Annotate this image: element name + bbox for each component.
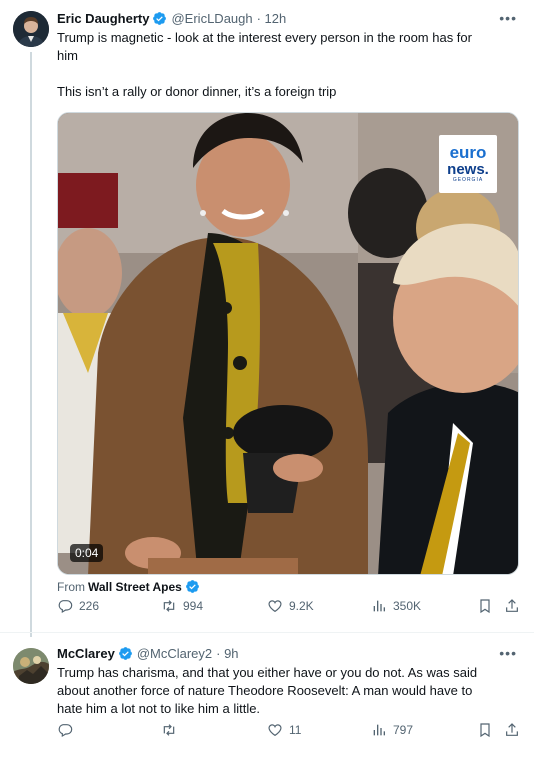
tweet-text-line: Trump has charisma, and that you either … (57, 665, 478, 680)
avatar[interactable] (13, 11, 49, 47)
bookmark-button[interactable] (477, 598, 493, 614)
tweet-time[interactable]: · 12h (257, 11, 287, 26)
bookmark-icon (477, 598, 493, 614)
like-count: 11 (289, 723, 302, 737)
views-button[interactable]: 350K (371, 598, 421, 614)
views-icon (371, 722, 387, 738)
share-icon (504, 722, 520, 738)
avatar[interactable] (13, 648, 49, 684)
reply-button[interactable] (57, 722, 73, 738)
tweet-text: Trump has charisma, and that you either … (57, 664, 517, 718)
more-options-icon[interactable]: ••• (499, 10, 517, 26)
author-name[interactable]: Eric Daugherty (57, 11, 149, 26)
share-button[interactable] (504, 722, 520, 738)
views-button[interactable]: 797 (371, 722, 413, 738)
verified-badge-icon (152, 11, 167, 26)
repost-button[interactable] (161, 722, 177, 738)
tweet-mcclarey[interactable]: McClarey @McClarey2 · 9h ••• Trump has c… (0, 632, 534, 763)
author-handle[interactable]: @EricLDaugh (171, 11, 252, 26)
repost-count: 994 (183, 599, 204, 613)
reply-icon (57, 598, 73, 614)
video-player[interactable]: euro news. GEORGIA 0:04 (57, 112, 519, 575)
views-count: 350K (393, 599, 422, 613)
tweet-text-line: Trump is magnetic - look at the interest… (57, 30, 472, 45)
tweet-header: McClarey @McClarey2 · 9h (57, 646, 239, 661)
views-icon (371, 598, 387, 614)
bookmark-icon (477, 722, 493, 738)
tweet-time[interactable]: · 9h (216, 646, 238, 661)
like-icon (267, 598, 283, 614)
like-count: 9.2K (289, 599, 314, 613)
from-account-link[interactable]: Wall Street Apes (88, 580, 182, 594)
logo-text: news. (447, 161, 489, 178)
reply-count: 226 (79, 599, 100, 613)
video-source: From Wall Street Apes (57, 579, 200, 594)
verified-badge-icon (118, 646, 133, 661)
thread-line (30, 52, 32, 637)
reply-button[interactable]: 226 (57, 598, 99, 614)
author-name[interactable]: McClarey (57, 646, 115, 661)
like-icon (267, 722, 283, 738)
logo-text: euro (449, 143, 487, 162)
from-label: From (57, 579, 85, 594)
reply-icon (57, 722, 73, 738)
bookmark-button[interactable] (477, 722, 493, 738)
repost-button[interactable]: 994 (161, 598, 203, 614)
tweet-text: Trump is magnetic - look at the interest… (57, 29, 517, 101)
like-button[interactable]: 9.2K (267, 598, 314, 614)
tweet-eric-daugherty[interactable]: Eric Daugherty @EricLDaugh · 12h ••• Tru… (0, 0, 534, 637)
avatar-photo-icon (13, 11, 49, 47)
more-options-icon[interactable]: ••• (499, 645, 517, 661)
tweet-text-line: him (57, 48, 78, 63)
video-duration: 0:04 (70, 544, 104, 562)
tweet-text-line: hate him a lot not to like him a little. (57, 701, 261, 716)
verified-badge-icon (185, 579, 200, 594)
avatar-painting-icon (13, 648, 49, 684)
euronews-logo: euro news. GEORGIA (439, 135, 497, 193)
tweet-header: Eric Daugherty @EricLDaugh · 12h (57, 11, 286, 26)
share-button[interactable] (504, 598, 520, 614)
like-button[interactable]: 11 (267, 722, 301, 738)
tweet-text-line: about another force of nature Theodore R… (57, 683, 473, 698)
repost-icon (161, 598, 177, 614)
share-icon (504, 598, 520, 614)
views-count: 797 (393, 723, 414, 737)
repost-icon (161, 722, 177, 738)
tweet-text-line: This isn’t a rally or donor dinner, it’s… (57, 84, 337, 99)
author-handle[interactable]: @McClarey2 (137, 646, 212, 661)
